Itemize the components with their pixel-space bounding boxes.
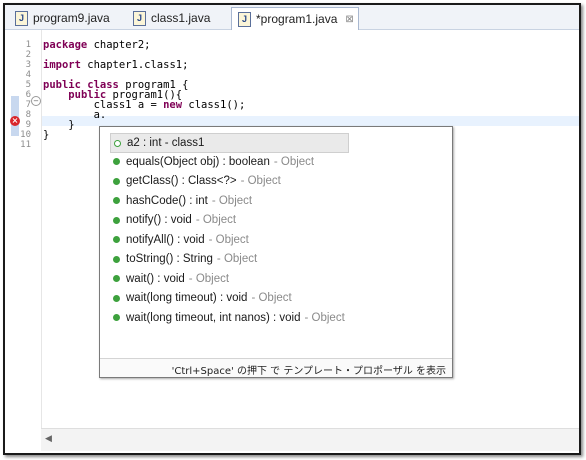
proposal-item[interactable]: a2 : int - class1 (110, 133, 349, 153)
proposal-owner: - Object (208, 233, 249, 246)
public-method-icon (113, 177, 120, 185)
public-method-icon (113, 275, 120, 282)
code-text: class1(); (182, 99, 246, 111)
proposal-signature: wait(long timeout, int nanos) : void (126, 311, 301, 324)
public-method-icon (113, 255, 120, 263)
proposal-signature: wait() : void (126, 272, 185, 285)
proposal-item[interactable]: wait(long timeout) : void - Object (110, 289, 292, 307)
proposal-item[interactable]: wait() : void - Object (110, 270, 229, 288)
ide-window: J program9.java J class1.java J *program… (3, 3, 581, 455)
line-number: 5 (25, 80, 31, 90)
proposal-signature: notify() : void (126, 214, 192, 226)
proposal-item[interactable]: notifyAll() : void - Object (110, 231, 249, 249)
error-icon[interactable]: × (10, 116, 20, 126)
public-method-icon (113, 216, 120, 224)
line-number: 2 (25, 50, 31, 60)
proposal-item[interactable]: hashCode() : int - Object (110, 192, 252, 210)
public-method-icon (113, 294, 120, 302)
line-number: 11 (20, 140, 31, 150)
java-file-icon: J (15, 10, 28, 26)
code-line: package chapter2; (43, 39, 150, 51)
public-method-icon (113, 314, 120, 321)
line-number: 6 (25, 90, 31, 100)
current-line-highlight (42, 116, 579, 126)
proposal-signature: getClass() : Class<?> (126, 175, 237, 187)
close-tab-icon[interactable]: ⊠ (345, 14, 353, 25)
java-file-icon: J (238, 11, 251, 27)
proposal-owner: - Object (188, 272, 230, 285)
content-assist-footer: 'Ctrl+Space' の押下 で テンプレート・プロポーザル を表示 (100, 358, 452, 377)
public-method-icon (113, 236, 120, 243)
proposal-signature: hashCode() : int (126, 194, 208, 207)
proposal-item[interactable]: notify() : void - Object (110, 211, 236, 229)
editor-tab-bar: J program9.java J class1.java J *program… (5, 5, 579, 30)
line-number: 1 (25, 40, 31, 50)
proposal-owner: - Object (216, 253, 258, 265)
code-keyword: package (43, 39, 88, 51)
proposal-signature: a2 : int - class1 (127, 137, 205, 149)
code-text: } (43, 129, 50, 141)
proposal-signature: equals(Object obj) : boolean (126, 155, 270, 168)
template-hint: 'Ctrl+Space' の押下 で テンプレート・プロポーザル を表示 (171, 366, 446, 377)
java-file-icon: J (133, 10, 146, 26)
tab-label: class1.java (151, 11, 211, 25)
public-method-icon (113, 197, 120, 204)
proposal-signature: notifyAll() : void (126, 233, 205, 246)
proposal-owner: - Object (195, 214, 237, 226)
code-line: } (43, 129, 49, 141)
line-number: 7 (25, 100, 31, 110)
gutter-divider (41, 30, 42, 428)
line-number: 10 (20, 130, 31, 140)
tab-program9[interactable]: J program9.java (9, 7, 110, 29)
code-text: chapter1.class1; (80, 59, 189, 71)
scroll-left-icon[interactable]: ◀ (45, 434, 52, 444)
proposal-owner: - Object (273, 155, 315, 168)
content-assist-popup: a2 : int - class1 equals(Object obj) : bo… (99, 126, 453, 378)
tab-program1[interactable]: J *program1.java ⊠ (231, 7, 359, 30)
line-number: 4 (25, 70, 31, 80)
code-text: chapter2; (87, 39, 151, 51)
proposal-item[interactable]: getClass() : Class<?> - Object (110, 172, 281, 190)
tab-class1[interactable]: J class1.java (127, 7, 210, 29)
proposal-item[interactable]: toString() : String - Object (110, 250, 257, 268)
code-keyword: import (43, 59, 81, 71)
line-number: 3 (25, 60, 31, 70)
code-line: import chapter1.class1; (43, 59, 188, 71)
proposal-owner: - Object (211, 194, 253, 207)
public-method-icon (113, 158, 120, 165)
proposal-signature: toString() : String (126, 253, 213, 265)
proposal-item[interactable]: equals(Object obj) : boolean - Object (110, 153, 314, 171)
proposal-owner: - Object (240, 175, 281, 187)
code-keyword: new (163, 99, 183, 111)
fold-toggle-icon[interactable]: − (31, 96, 41, 106)
proposal-owner: - Object (304, 311, 345, 324)
horizontal-scrollbar[interactable]: ◀ (41, 428, 579, 451)
tab-label: *program1.java (256, 12, 338, 26)
proposal-owner: - Object (251, 292, 292, 304)
proposal-item[interactable]: wait(long timeout, int nanos) : void - Ob… (110, 309, 345, 327)
proposal-signature: wait(long timeout) : void (126, 292, 248, 304)
field-icon (114, 139, 121, 147)
tab-label: program9.java (33, 11, 110, 25)
